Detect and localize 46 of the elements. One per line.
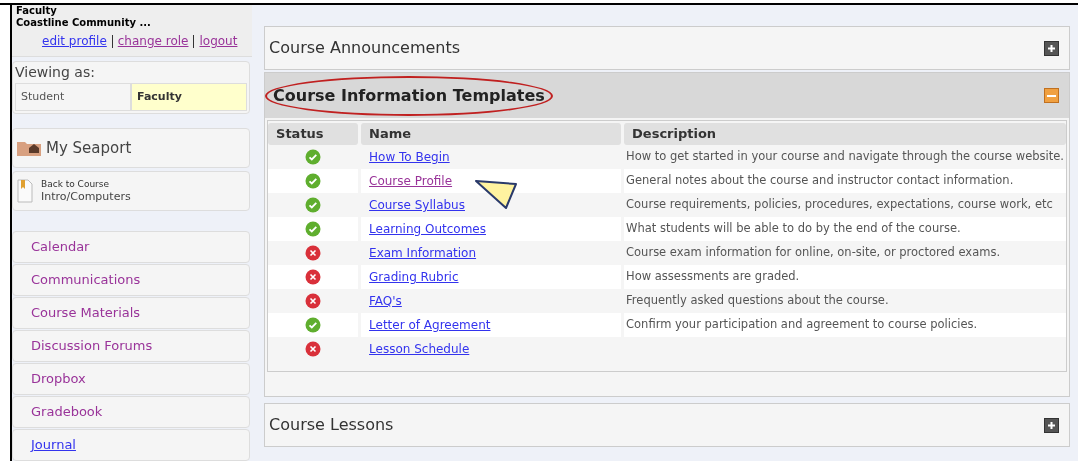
description-cell: Frequently asked questions about the course. [626,292,889,310]
nav-item[interactable]: Calendar [12,231,251,263]
template-link[interactable]: FAQ's [369,292,402,310]
plus-icon [1047,420,1056,430]
description-cell: General notes about the course and instructor contact information. [626,172,1014,190]
panel-title: Course Information Templates [265,75,553,116]
description-cell: Confirm your participation and agreement to course policies. [626,316,978,334]
back-to-course-button[interactable]: Back to Course Intro/Computers [12,171,251,211]
description-cell: How to get started in your course and navigate through the course website. [626,148,1064,166]
column-header: Name [361,123,622,145]
document-icon [17,179,33,203]
nav-item[interactable]: Journal [12,429,251,461]
panel-title: Course Lessons [269,414,394,436]
nav-item[interactable]: Gradebook [12,396,251,428]
expand-button[interactable] [1044,417,1059,433]
home-button[interactable]: My Seaport [12,128,251,168]
nav-item[interactable]: Communications [12,264,251,296]
template-link[interactable]: Exam Information [369,244,477,262]
user-link[interactable]: logout [199,32,238,50]
user-role: Faculty [16,5,58,17]
folder-house-icon [16,139,42,157]
viewing-label: Viewing as: [14,63,96,82]
course-name: Intro/Computers [41,190,131,204]
nav-item[interactable]: Discussion Forums [12,330,251,362]
description-cell: Course exam information for online, on-site, or proctored exams. [626,244,1001,262]
plus-icon [1047,43,1056,53]
user-link[interactable]: change role [117,32,189,50]
nav-item[interactable]: Course Materials [12,297,251,329]
description-cell: What students will be able to do by the end of the course. [626,220,961,238]
column-header: Status [268,123,359,145]
pointer-drawing [474,178,519,210]
nav-item[interactable]: Dropbox [12,363,251,395]
user-org: Coastline Community ... [16,17,152,29]
role-tab[interactable]: Student [15,83,132,111]
description-cell: Course requirements, policies, procedures, expectations, course work, etc [626,196,1053,214]
template-link[interactable]: Course Syllabus [369,196,465,214]
description-cell: How assessments are graded. [626,268,800,286]
expand-button[interactable] [1044,40,1059,56]
template-link[interactable]: How To Begin [369,148,450,166]
panel-title: Course Announcements [269,37,461,59]
collapse-button[interactable] [1044,88,1059,103]
role-tab[interactable]: Faculty [131,83,248,111]
column-header: Description [624,123,1066,145]
back-label: Back to Course [41,178,111,190]
template-link[interactable]: Lesson Schedule [369,340,470,358]
user-link[interactable]: edit profile [42,32,107,50]
